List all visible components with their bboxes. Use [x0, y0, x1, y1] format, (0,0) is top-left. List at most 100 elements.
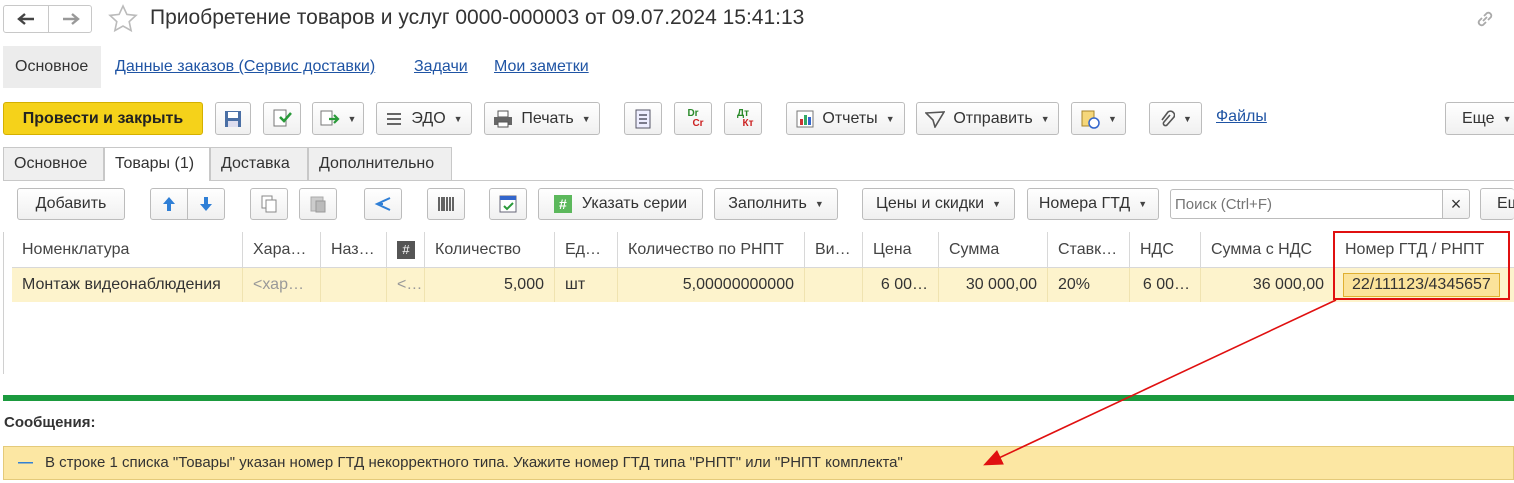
paste-icon [310, 196, 326, 213]
col-quantity[interactable]: Количество [425, 232, 555, 268]
dt-kt-button[interactable]: Дт Кт [724, 102, 762, 135]
files-link[interactable]: Файлы [1216, 108, 1267, 126]
col-sum[interactable]: Сумма [939, 232, 1048, 268]
forward-button[interactable] [49, 6, 93, 32]
attach-report-button[interactable]: ▼ [1071, 102, 1126, 135]
post-and-close-button[interactable]: Провести и закрыть [3, 102, 203, 135]
paste-button[interactable] [299, 188, 337, 220]
col-sum-with-vat[interactable]: Сумма с НДС [1201, 232, 1335, 268]
more-label: Еще [1462, 109, 1495, 127]
report-icon [796, 110, 814, 127]
tab-goods[interactable]: Товары (1) [104, 147, 210, 181]
page-title: Приобретение товаров и услуг 0000-000003… [150, 6, 805, 29]
post-button[interactable] [263, 102, 301, 135]
col-characteristic[interactable]: Хара… [243, 232, 321, 268]
check-list-button[interactable] [489, 188, 527, 220]
cell-unit[interactable]: шт [555, 268, 618, 302]
history-nav [3, 5, 92, 33]
specify-series-button[interactable]: # Указать серии [538, 188, 703, 220]
more-button[interactable]: Еще ▼ [1445, 102, 1514, 135]
kt-text: Кт [742, 117, 754, 129]
arrow-right-icon [63, 13, 80, 25]
col-price[interactable]: Цена [863, 232, 939, 268]
search-input[interactable] [1170, 189, 1443, 219]
send-button[interactable]: Отправить ▼ [916, 102, 1059, 135]
message-text: В строке 1 списка "Товары" указан номер … [45, 454, 903, 471]
reports-button[interactable]: Отчеты ▼ [786, 102, 905, 135]
chevron-down-icon: ▼ [992, 199, 1002, 209]
cell-sum-with-vat[interactable]: 36 000,00 [1201, 268, 1335, 302]
annotation-highlight-box [1333, 231, 1510, 300]
prices-label: Цены и скидки [875, 195, 985, 212]
cell-price[interactable]: 6 00… [863, 268, 939, 302]
create-based-on-button[interactable]: ▼ [312, 102, 364, 135]
back-button[interactable] [4, 6, 49, 32]
messages-title: Сообщения: [4, 414, 96, 431]
reports-label: Отчеты [822, 109, 878, 127]
clear-search-button[interactable]: × [1442, 189, 1470, 219]
cell-vat[interactable]: 6 00… [1130, 268, 1201, 302]
edo-button[interactable]: ЭДО ▼ [376, 102, 472, 135]
send-icon [925, 110, 946, 128]
chevron-down-icon: ▼ [1108, 113, 1117, 124]
star-icon[interactable] [108, 4, 138, 34]
cell-quantity[interactable]: 5,000 [425, 268, 555, 302]
form-tab-main[interactable]: Основное [15, 46, 88, 88]
col-quantity-rnpt[interactable]: Количество по РНПТ [618, 232, 805, 268]
cell-purpose[interactable] [321, 268, 387, 302]
journal-button[interactable] [624, 102, 662, 135]
dr-cr-button[interactable]: Dr Cr [674, 102, 712, 135]
chevron-down-icon: ▼ [347, 113, 357, 124]
messages-separator [3, 395, 1514, 401]
table-more-button[interactable]: Ещ [1480, 188, 1514, 220]
fill-button[interactable]: Заполнить ▼ [714, 188, 838, 220]
cell-quantity-rnpt[interactable]: 5,00000000000 [618, 268, 805, 302]
cr-text: Cr [692, 117, 704, 129]
table-left-border [3, 232, 4, 374]
message-item[interactable]: — В строке 1 списка "Товары" указан номер… [3, 446, 1514, 480]
col-unit[interactable]: Ед… [555, 232, 618, 268]
col-vat[interactable]: НДС [1130, 232, 1201, 268]
cell-series[interactable]: <… [387, 268, 425, 302]
cell-nomenclature[interactable]: Монтаж видеонаблюдения [12, 268, 243, 302]
chain-link-icon[interactable] [1474, 8, 1496, 30]
series-column-icon: # [397, 240, 415, 259]
print-button[interactable]: Печать ▼ [484, 102, 600, 135]
col-nomenclature[interactable]: Номенклатура [12, 232, 243, 268]
chevron-down-icon: ▼ [1502, 113, 1512, 124]
copy-row-button[interactable] [250, 188, 288, 220]
form-tab-notes[interactable]: Мои заметки [494, 46, 589, 88]
save-button[interactable] [215, 102, 251, 135]
move-down-button[interactable] [187, 188, 225, 220]
add-button[interactable]: Добавить [17, 188, 125, 220]
col-series[interactable]: # [387, 232, 425, 268]
create-based-icon [320, 110, 340, 125]
col-purpose[interactable]: Наз… [321, 232, 387, 268]
dt-text: Дт [736, 107, 750, 119]
barcode-button[interactable] [427, 188, 465, 220]
col-kind[interactable]: Ви… [805, 232, 863, 268]
split-row-button[interactable] [364, 188, 402, 220]
hash-icon: # [553, 195, 572, 213]
arrow-up-icon [163, 197, 175, 211]
cell-sum[interactable]: 30 000,00 [939, 268, 1048, 302]
tab-delivery[interactable]: Доставка [210, 147, 308, 180]
form-tab-tasks[interactable]: Задачи [414, 46, 468, 88]
dr-text: Dr [687, 107, 699, 119]
gtd-numbers-button[interactable]: Номера ГТД ▼ [1027, 188, 1159, 220]
chevron-down-icon: ▼ [1138, 199, 1148, 209]
attachments-button[interactable]: ▼ [1149, 102, 1202, 135]
arrow-down-icon [200, 197, 212, 211]
cell-vat-rate[interactable]: 20% [1048, 268, 1130, 302]
cell-characteristic[interactable]: <хар… [243, 268, 321, 302]
form-tab-orders[interactable]: Данные заказов (Сервис доставки) [115, 46, 375, 88]
tab-main[interactable]: Основное [3, 147, 104, 180]
cell-kind[interactable] [805, 268, 863, 302]
col-vat-rate[interactable]: Ставк… [1048, 232, 1130, 268]
tab-additional[interactable]: Дополнительно [308, 147, 452, 180]
collapse-dash-icon[interactable]: — [18, 454, 33, 471]
chevron-down-icon: ▼ [885, 113, 895, 124]
prices-discounts-button[interactable]: Цены и скидки ▼ [862, 188, 1015, 220]
specify-series-label: Указать серии [581, 195, 688, 212]
move-up-button[interactable] [150, 188, 188, 220]
